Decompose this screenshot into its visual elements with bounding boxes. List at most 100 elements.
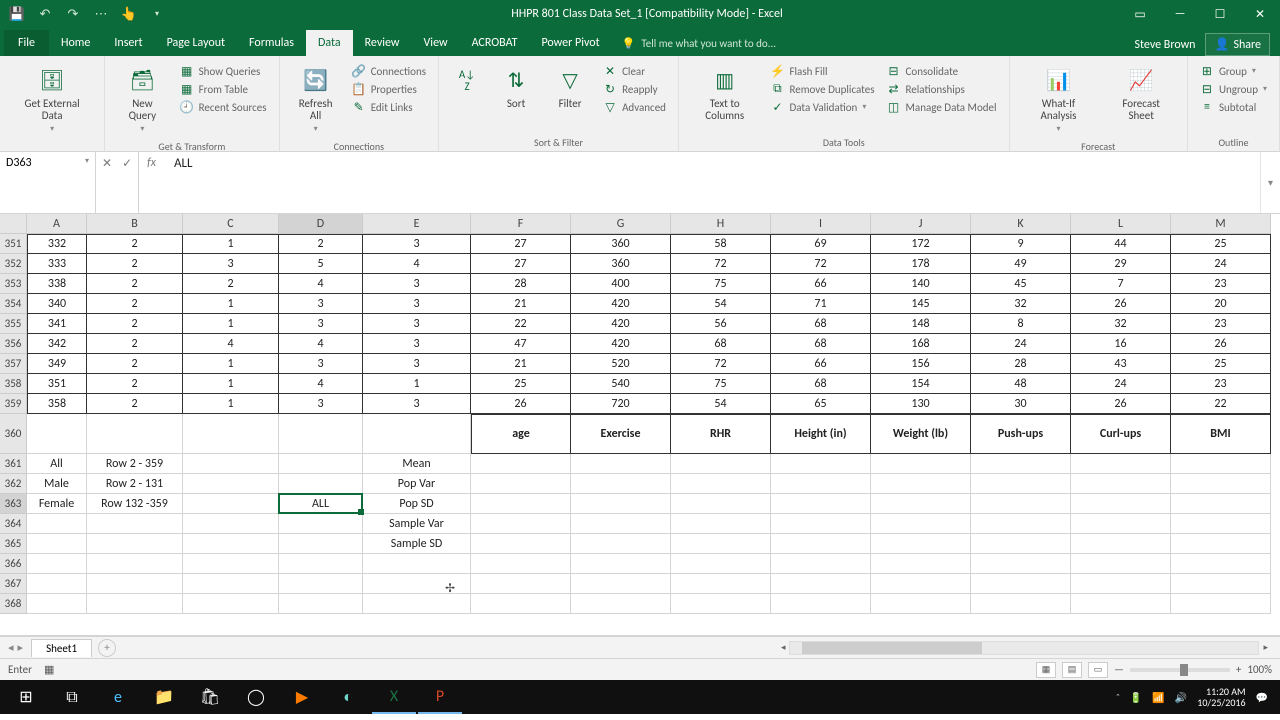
cell[interactable]	[363, 414, 471, 454]
cell[interactable]: 21	[471, 294, 571, 314]
cell[interactable]: Male	[27, 474, 87, 494]
cell[interactable]: Row 2 - 359	[87, 454, 183, 474]
cell[interactable]	[471, 594, 571, 614]
column-header[interactable]: J	[871, 214, 971, 234]
cell[interactable]	[279, 414, 363, 454]
cell[interactable]	[1071, 474, 1171, 494]
cell[interactable]: 65	[771, 394, 871, 414]
cell[interactable]: Push-ups	[971, 414, 1071, 454]
cell[interactable]	[771, 454, 871, 474]
cell[interactable]: 32	[971, 294, 1071, 314]
cell[interactable]: Weight (lb)	[871, 414, 971, 454]
cell[interactable]: 358	[27, 394, 87, 414]
cell[interactable]	[671, 494, 771, 514]
properties-button[interactable]: 📋Properties	[348, 81, 430, 97]
row-header[interactable]: 366	[0, 554, 27, 574]
cell[interactable]	[671, 474, 771, 494]
cell[interactable]: Height (in)	[771, 414, 871, 454]
cell[interactable]	[27, 574, 87, 594]
column-header[interactable]: F	[471, 214, 571, 234]
cell[interactable]: 54	[671, 394, 771, 414]
cell[interactable]	[87, 514, 183, 534]
cell[interactable]: 26	[1071, 294, 1171, 314]
row-header[interactable]: 355	[0, 314, 27, 334]
column-header[interactable]: E	[363, 214, 471, 234]
cell[interactable]: 332	[27, 234, 87, 254]
cell[interactable]	[671, 454, 771, 474]
cell[interactable]	[27, 554, 87, 574]
cell[interactable]: 68	[771, 314, 871, 334]
cell[interactable]	[871, 574, 971, 594]
cell[interactable]: 43	[1071, 354, 1171, 374]
cell[interactable]: BMI	[1171, 414, 1271, 454]
cell[interactable]: 3	[363, 294, 471, 314]
cell[interactable]: 32	[1071, 314, 1171, 334]
cell[interactable]	[1171, 474, 1271, 494]
cell[interactable]: 3	[279, 314, 363, 334]
start-button[interactable]: ⊞	[4, 680, 48, 714]
home-tab[interactable]: Home	[49, 30, 102, 56]
cell[interactable]	[1071, 494, 1171, 514]
cell[interactable]: 3	[279, 394, 363, 414]
spreadsheet-grid[interactable]: ABCDEFGHIJKLM 35135235335435535635735835…	[0, 214, 1280, 636]
macro-record-icon[interactable]: ▦	[44, 663, 54, 676]
next-sheet-icon[interactable]: ▸	[18, 641, 24, 654]
cell[interactable]	[1071, 594, 1171, 614]
cell[interactable]: 1	[183, 294, 279, 314]
text-to-columns-button[interactable]: ▥Text to Columns	[687, 63, 763, 126]
row-header[interactable]: 351	[0, 234, 27, 254]
cell[interactable]: 4	[279, 374, 363, 394]
cell[interactable]: 28	[971, 354, 1071, 374]
cell[interactable]	[571, 454, 671, 474]
row-header[interactable]: 360	[0, 414, 27, 454]
cell[interactable]	[771, 494, 871, 514]
powerpoint-taskbar-icon[interactable]: P	[418, 680, 462, 714]
share-button[interactable]: 👤Share	[1205, 33, 1270, 56]
cell[interactable]: 28	[471, 274, 571, 294]
cell[interactable]: 2	[279, 234, 363, 254]
cell[interactable]	[571, 474, 671, 494]
cell[interactable]: 2	[87, 294, 183, 314]
review-tab[interactable]: Review	[353, 30, 412, 56]
cell[interactable]	[571, 594, 671, 614]
cell[interactable]	[27, 594, 87, 614]
edit-links-button[interactable]: ✎Edit Links	[348, 99, 430, 115]
cell[interactable]: 54	[671, 294, 771, 314]
formula-input[interactable]: ALL	[164, 152, 1260, 213]
cell[interactable]: Sample Var	[363, 514, 471, 534]
cell[interactable]	[871, 494, 971, 514]
tray-up-icon[interactable]: ˆ	[1116, 691, 1120, 704]
connections-button[interactable]: 🔗Connections	[348, 63, 430, 79]
cell[interactable]	[183, 574, 279, 594]
group-button[interactable]: ⊞Group ▾	[1196, 63, 1271, 79]
from-table-button[interactable]: ▦From Table	[176, 81, 271, 97]
cell[interactable]	[471, 474, 571, 494]
row-header[interactable]: 363	[0, 494, 27, 514]
new-query-button[interactable]: 🗃New Query▾	[113, 63, 171, 138]
cell[interactable]	[183, 534, 279, 554]
cell[interactable]: 3	[363, 394, 471, 414]
cell[interactable]: 3	[363, 234, 471, 254]
accept-formula-icon[interactable]: ✓	[122, 156, 132, 171]
cell[interactable]: 75	[671, 374, 771, 394]
cell[interactable]: 360	[571, 254, 671, 274]
cell[interactable]: 2	[87, 394, 183, 414]
row-header[interactable]: 356	[0, 334, 27, 354]
select-all-corner[interactable]	[0, 214, 27, 234]
cell[interactable]	[471, 554, 571, 574]
cell[interactable]: 25	[1171, 354, 1271, 374]
cell[interactable]: 3	[363, 354, 471, 374]
cell[interactable]: 24	[1071, 374, 1171, 394]
cell[interactable]: 22	[1171, 394, 1271, 414]
cell[interactable]	[971, 554, 1071, 574]
cell[interactable]: 44	[1071, 234, 1171, 254]
cell[interactable]: 27	[471, 254, 571, 274]
cell[interactable]	[871, 534, 971, 554]
cell[interactable]	[671, 554, 771, 574]
cell[interactable]: 333	[27, 254, 87, 274]
excel-taskbar-icon[interactable]: X	[372, 680, 416, 714]
cell[interactable]: 140	[871, 274, 971, 294]
cell[interactable]: 26	[471, 394, 571, 414]
cancel-formula-icon[interactable]: ✕	[102, 156, 112, 171]
cell[interactable]: 341	[27, 314, 87, 334]
